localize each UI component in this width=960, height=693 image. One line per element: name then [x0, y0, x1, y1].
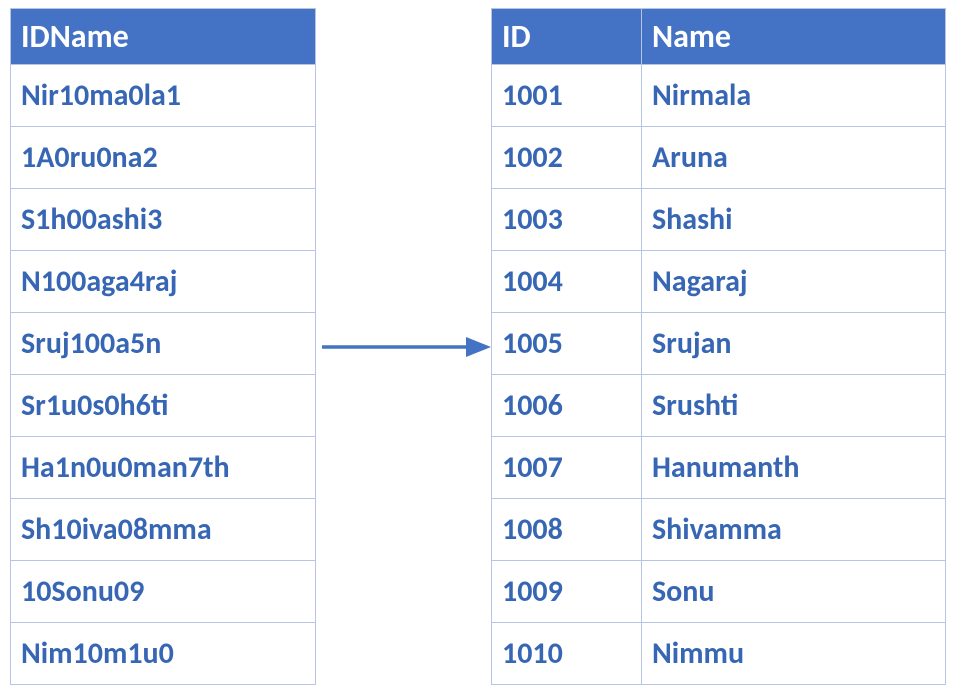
right-table-header-id: ID — [492, 9, 642, 65]
table-row: Sh10iva08mma — [11, 499, 316, 561]
table-row: Ha1n0u0man7th — [11, 437, 316, 499]
left-table-header: IDName — [11, 9, 316, 65]
table-row: N100aga4raj — [11, 251, 316, 313]
idname-cell: Sr1u0s0h6ti — [11, 375, 316, 437]
idname-cell: 10Sonu09 — [11, 561, 316, 623]
id-cell: 1005 — [492, 313, 642, 375]
id-cell: 1003 — [492, 189, 642, 251]
table-row: 1008 Shivamma — [492, 499, 946, 561]
idname-cell: Nim10m1u0 — [11, 623, 316, 685]
table-header-row: ID Name — [492, 9, 946, 65]
diagram-container: IDName Nir10ma0la1 1A0ru0na2 S1h00ashi3 … — [0, 0, 960, 693]
idname-cell: 1A0ru0na2 — [11, 127, 316, 189]
table-row: Nim10m1u0 — [11, 623, 316, 685]
idname-cell: S1h00ashi3 — [11, 189, 316, 251]
table-header-row: IDName — [11, 9, 316, 65]
name-cell: Sonu — [642, 561, 946, 623]
idname-cell: Sruj100a5n — [11, 313, 316, 375]
table-row: 1001 Nirmala — [492, 65, 946, 127]
name-cell: Srujan — [642, 313, 946, 375]
idname-cell: Ha1n0u0man7th — [11, 437, 316, 499]
id-cell: 1007 — [492, 437, 642, 499]
table-row: Nir10ma0la1 — [11, 65, 316, 127]
table-row: 1003 Shashi — [492, 189, 946, 251]
idname-cell: Nir10ma0la1 — [11, 65, 316, 127]
arrow-right-icon — [316, 327, 491, 367]
id-cell: 1010 — [492, 623, 642, 685]
table-row: 1006 Srushti — [492, 375, 946, 437]
table-row: 1007 Hanumanth — [492, 437, 946, 499]
table-row: 1004 Nagaraj — [492, 251, 946, 313]
table-row: Sr1u0s0h6ti — [11, 375, 316, 437]
id-cell: 1001 — [492, 65, 642, 127]
table-row: 10Sonu09 — [11, 561, 316, 623]
idname-cell: N100aga4raj — [11, 251, 316, 313]
idname-cell: Sh10iva08mma — [11, 499, 316, 561]
table-row: 1A0ru0na2 — [11, 127, 316, 189]
table-row: 1005 Srujan — [492, 313, 946, 375]
table-row: Sruj100a5n — [11, 313, 316, 375]
table-row: 1010 Nimmu — [492, 623, 946, 685]
id-cell: 1008 — [492, 499, 642, 561]
right-table-header-name: Name — [642, 9, 946, 65]
arrow-wrap — [316, 327, 491, 367]
name-cell: Hanumanth — [642, 437, 946, 499]
id-cell: 1006 — [492, 375, 642, 437]
name-cell: Nirmala — [642, 65, 946, 127]
name-cell: Shashi — [642, 189, 946, 251]
table-row: 1002 Aruna — [492, 127, 946, 189]
name-cell: Nimmu — [642, 623, 946, 685]
right-table: ID Name 1001 Nirmala 1002 Aruna 1003 Sha… — [491, 8, 946, 685]
table-row: S1h00ashi3 — [11, 189, 316, 251]
left-table: IDName Nir10ma0la1 1A0ru0na2 S1h00ashi3 … — [10, 8, 316, 685]
id-cell: 1002 — [492, 127, 642, 189]
id-cell: 1009 — [492, 561, 642, 623]
name-cell: Nagaraj — [642, 251, 946, 313]
name-cell: Shivamma — [642, 499, 946, 561]
table-row: 1009 Sonu — [492, 561, 946, 623]
name-cell: Aruna — [642, 127, 946, 189]
name-cell: Srushti — [642, 375, 946, 437]
id-cell: 1004 — [492, 251, 642, 313]
